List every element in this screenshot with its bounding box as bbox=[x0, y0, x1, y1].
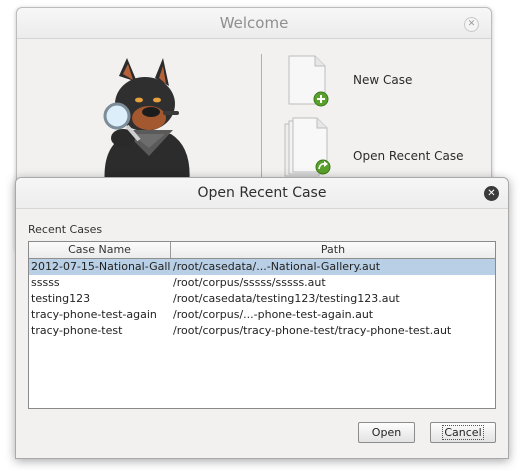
recent-cases-label: Recent Cases bbox=[28, 223, 103, 236]
close-icon[interactable]: ✕ bbox=[464, 17, 479, 32]
path-cell: /root/corpus/...-phone-test-again.aut bbox=[173, 308, 374, 321]
cancel-button-label: Cancel bbox=[442, 425, 484, 440]
table-row[interactable]: testing123 /root/casedata/testing123/tes… bbox=[29, 291, 495, 307]
table-row[interactable]: tracy-phone-test /root/corpus/tracy-phon… bbox=[29, 323, 495, 339]
case-name-cell: sssss bbox=[31, 276, 60, 289]
dialog-title: Open Recent Case bbox=[197, 185, 327, 201]
cancel-button[interactable]: Cancel bbox=[430, 422, 496, 443]
table-row[interactable]: sssss /root/corpus/sssss/sssss.aut bbox=[29, 275, 495, 291]
open-recent-case-dialog: Open Recent Case ✕ Recent Cases Case Nam… bbox=[15, 177, 509, 459]
column-header-path[interactable]: Path bbox=[171, 242, 495, 258]
path-cell: /root/casedata/testing123/testing123.aut bbox=[173, 292, 400, 305]
open-recent-documents-icon bbox=[284, 117, 331, 177]
case-name-cell: tracy-phone-test-again bbox=[31, 308, 157, 321]
dialog-titlebar: Open Recent Case ✕ bbox=[16, 178, 508, 209]
table-row[interactable]: tracy-phone-test-again /root/corpus/...-… bbox=[29, 307, 495, 323]
open-recent-case-button[interactable]: Open Recent Case bbox=[283, 116, 483, 177]
column-header-case-name[interactable]: Case Name bbox=[29, 242, 171, 258]
recent-cases-table: Case Name Path 2012-07-15-National-Gall.… bbox=[28, 241, 496, 409]
table-row[interactable]: 2012-07-15-National-Gall... /root/caseda… bbox=[29, 259, 495, 275]
close-icon[interactable]: ✕ bbox=[484, 186, 499, 201]
new-case-button[interactable]: New Case bbox=[283, 52, 483, 112]
welcome-titlebar: Welcome ✕ bbox=[17, 8, 491, 39]
new-document-icon bbox=[288, 55, 329, 107]
dog-with-magnifier-icon bbox=[103, 58, 190, 186]
case-name-cell: 2012-07-15-National-Gall... bbox=[31, 260, 171, 273]
table-header: Case Name Path bbox=[29, 242, 495, 259]
path-cell: /root/casedata/...-National-Gallery.aut bbox=[173, 260, 381, 273]
path-cell: /root/corpus/sssss/sssss.aut bbox=[173, 276, 326, 289]
case-name-cell: tracy-phone-test bbox=[31, 324, 123, 337]
new-case-label: New Case bbox=[353, 73, 413, 87]
welcome-title: Welcome bbox=[219, 14, 289, 32]
open-recent-case-label: Open Recent Case bbox=[353, 149, 464, 163]
case-name-cell: testing123 bbox=[31, 292, 91, 305]
open-button[interactable]: Open bbox=[358, 422, 415, 443]
path-cell: /root/corpus/tracy-phone-test/tracy-phon… bbox=[173, 324, 452, 337]
